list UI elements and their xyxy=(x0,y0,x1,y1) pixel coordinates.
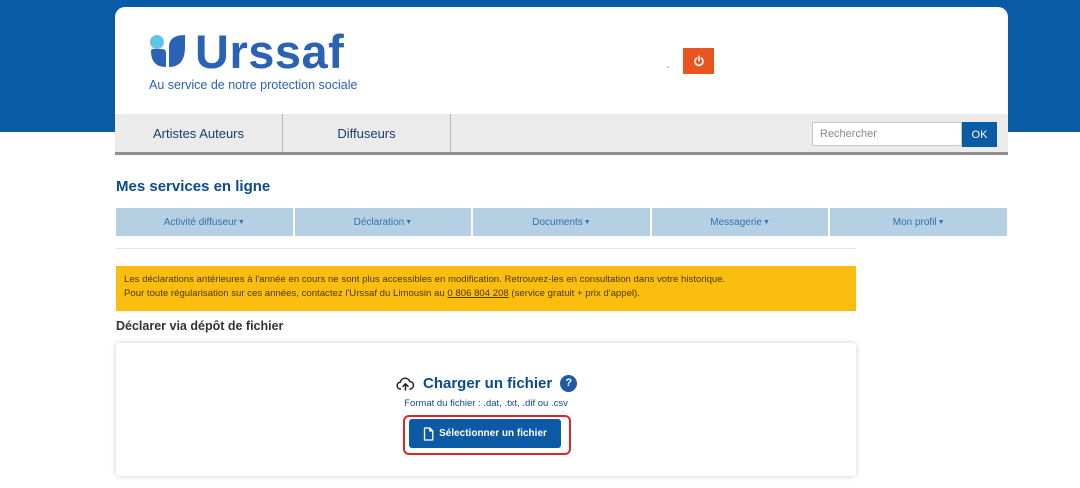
search-input[interactable] xyxy=(812,122,962,146)
section-divider xyxy=(116,248,856,249)
alert-line-2: Pour toute régularisation sur ces années… xyxy=(124,287,848,301)
caret-down-icon: ▼ xyxy=(583,218,591,226)
menu-label: Activité diffuseur xyxy=(163,216,237,228)
alert-line-1: Les déclarations antérieures à l'année e… xyxy=(124,274,726,285)
caret-down-icon: ▼ xyxy=(937,218,945,226)
section-title: Déclarer via dépôt de fichier xyxy=(116,319,284,333)
phone-link[interactable]: 0 806 804 208 xyxy=(447,288,508,299)
file-format-info: Format du fichier : .dat, .txt, .dif ou … xyxy=(404,398,568,409)
menu-activite-diffuseur[interactable]: Activité diffuseur ▼ xyxy=(116,208,293,236)
divider-dot xyxy=(667,66,669,68)
caret-down-icon: ▼ xyxy=(762,218,770,226)
caret-down-icon: ▼ xyxy=(237,218,245,226)
alert-line-2-suffix: (service gratuit + prix d'appel). xyxy=(508,288,640,299)
menu-messagerie[interactable]: Messagerie ▼ xyxy=(651,208,829,236)
upload-heading: Charger un fichier ? xyxy=(396,373,578,393)
search-ok-button[interactable]: OK xyxy=(962,122,997,147)
upload-title: Charger un fichier xyxy=(423,374,553,392)
menu-documents[interactable]: Documents ▼ xyxy=(473,208,650,236)
menu-label: Déclaration xyxy=(353,216,405,228)
menu-label: Documents xyxy=(532,216,583,228)
header-card: Urssaf Au service de notre protection so… xyxy=(115,7,1008,155)
file-icon xyxy=(423,426,434,441)
tab-artistes-auteurs[interactable]: Artistes Auteurs xyxy=(115,114,283,152)
warning-alert: Les déclarations antérieures à l'année e… xyxy=(116,266,856,311)
select-file-label: Sélectionner un fichier xyxy=(439,428,547,439)
select-file-button[interactable]: Sélectionner un fichier xyxy=(409,419,561,448)
upload-card: Charger un fichier ? Format du fichier :… xyxy=(116,343,856,476)
urssaf-tagline: Au service de notre protection sociale xyxy=(149,78,358,92)
power-icon xyxy=(693,55,704,67)
tab-label: Artistes Auteurs xyxy=(152,125,245,141)
logout-button[interactable] xyxy=(683,48,714,74)
services-menu: Activité diffuseur ▼ Déclaration ▼ Documen… xyxy=(116,208,1007,236)
main-navbar: Artistes Auteurs Diffuseurs OK xyxy=(115,114,1008,155)
page-title: Mes services en ligne xyxy=(116,178,271,195)
urssaf-logo-mark-icon xyxy=(150,35,185,67)
menu-label: Mon profil xyxy=(892,216,937,228)
urssaf-logo[interactable]: Urssaf Au service de notre protection so… xyxy=(149,25,409,98)
tab-diffuseurs[interactable]: Diffuseurs xyxy=(283,114,451,152)
menu-label: Messagerie xyxy=(710,216,762,228)
urssaf-logo-text: Urssaf xyxy=(195,25,345,78)
menu-mon-profil[interactable]: Mon profil ▼ xyxy=(830,208,1007,236)
menu-declaration[interactable]: Déclaration ▼ xyxy=(294,208,472,236)
cloud-upload-icon xyxy=(396,377,415,391)
tab-label: Diffuseurs xyxy=(337,125,396,141)
alert-line-2-prefix: Pour toute régularisation sur ces années… xyxy=(124,288,448,299)
help-icon[interactable]: ? xyxy=(560,374,578,392)
caret-down-icon: ▼ xyxy=(405,218,413,226)
